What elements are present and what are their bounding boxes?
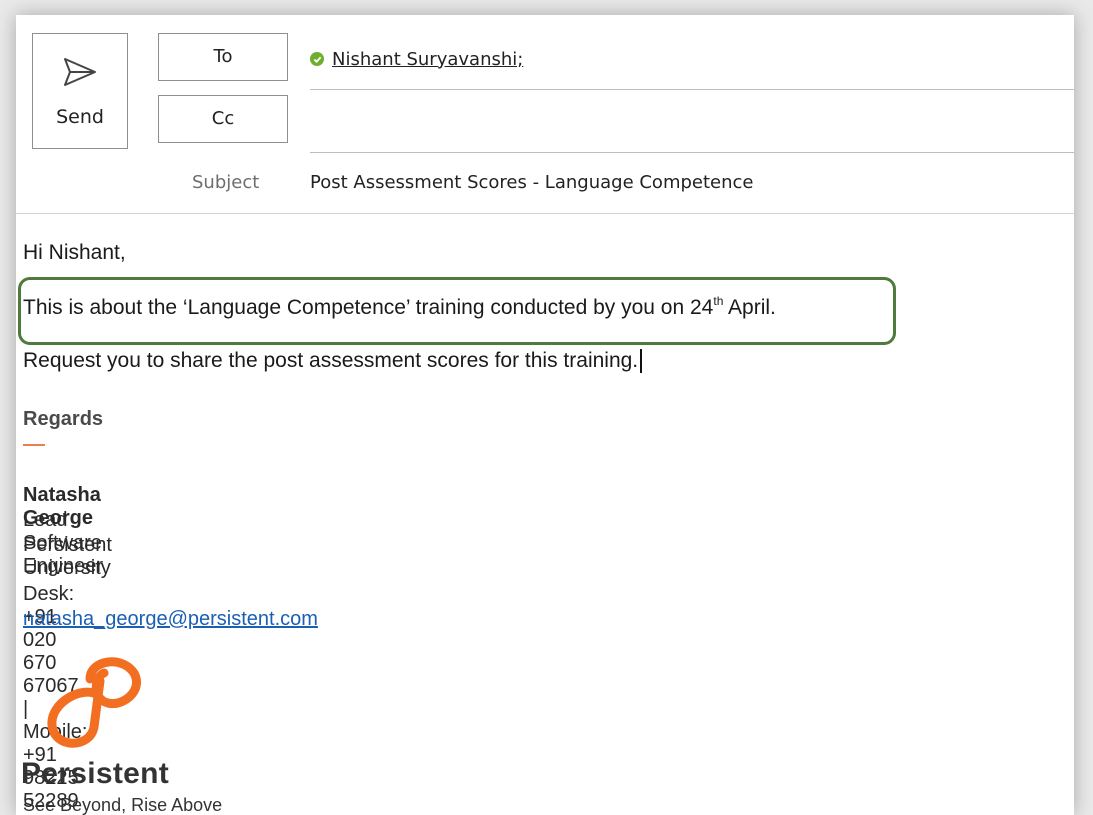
cc-button[interactable]: Cc bbox=[158, 95, 288, 143]
cc-field-underline[interactable] bbox=[310, 152, 1074, 153]
body-line-2-text: Request you to share the post assessment… bbox=[23, 349, 639, 372]
compose-window: Send To Cc Nishant Suryavanshi; Subject … bbox=[16, 15, 1074, 815]
send-icon bbox=[64, 58, 96, 86]
check-icon bbox=[310, 52, 324, 66]
greeting-text: Hi Nishant, bbox=[23, 241, 126, 264]
body-line-1-text: This is about the ‘Language Competence’ … bbox=[23, 296, 714, 319]
to-field-underline bbox=[310, 89, 1074, 90]
ordinal-superscript: th bbox=[713, 294, 724, 308]
logo-wordmark: Persistent bbox=[21, 757, 170, 790]
signature-org: Persistent University bbox=[23, 534, 112, 579]
to-button[interactable]: To bbox=[158, 33, 288, 81]
subject-label: Subject bbox=[192, 172, 260, 193]
subject-field[interactable]: Post Assessment Scores - Language Compet… bbox=[310, 172, 754, 193]
body-line-1-end: April. bbox=[723, 296, 776, 319]
compose-header: Send To Cc Nishant Suryavanshi; Subject … bbox=[16, 15, 1074, 215]
regards-text: Regards bbox=[23, 408, 104, 430]
body-line-1: This is about the ‘Language Competence’ … bbox=[23, 294, 776, 320]
text-cursor bbox=[640, 349, 643, 374]
header-divider bbox=[16, 213, 1074, 214]
send-button[interactable]: Send bbox=[32, 33, 128, 149]
recipient-name[interactable]: Nishant Suryavanshi; bbox=[332, 49, 523, 70]
signature-email-link[interactable]: natasha_george@persistent.com bbox=[23, 608, 318, 631]
send-label: Send bbox=[56, 106, 104, 128]
signature-dash bbox=[23, 444, 45, 446]
logo-tagline: See Beyond, Rise Above bbox=[23, 795, 223, 815]
persistent-logo-icon bbox=[47, 657, 141, 748]
body-line-2: Request you to share the post assessment… bbox=[23, 349, 643, 374]
to-field[interactable]: Nishant Suryavanshi; bbox=[310, 45, 523, 73]
